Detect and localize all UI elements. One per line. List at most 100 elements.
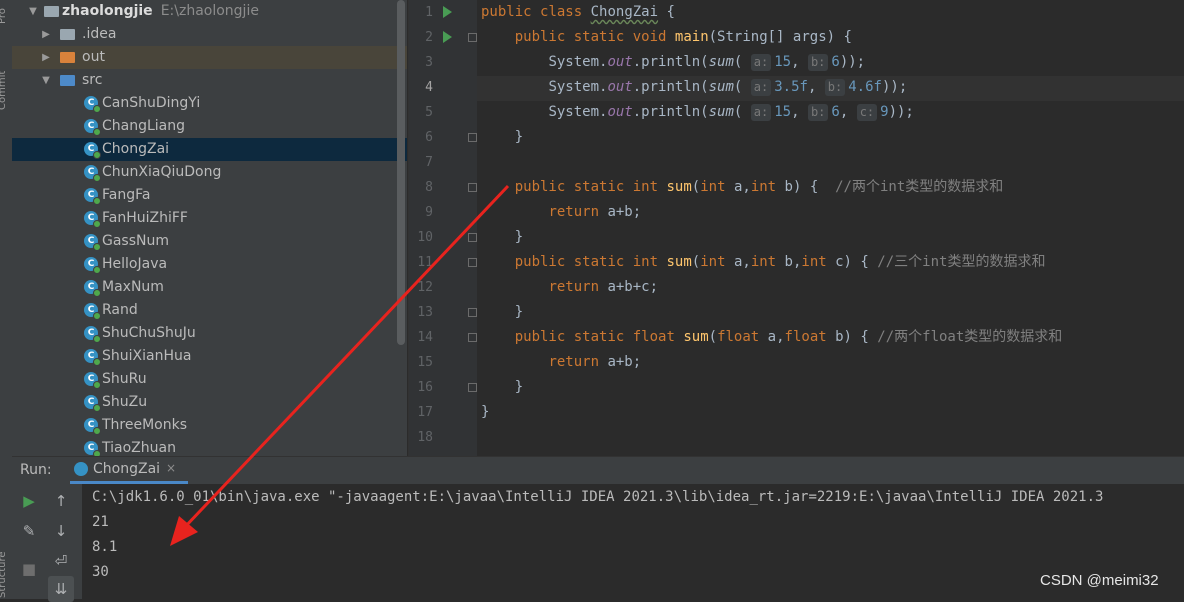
line-number: 17 [417, 405, 433, 420]
tree-folder-idea[interactable]: ▶ .idea [12, 23, 407, 46]
code-line-9: return a+b; [548, 204, 642, 220]
code-line-17: } [481, 404, 490, 420]
run-tab-label: ChongZai [93, 461, 161, 477]
class-label: TiaoZhuan [102, 440, 176, 456]
console-line: 21 [92, 514, 109, 530]
param-hint: b: [807, 104, 829, 121]
tree-class-item[interactable]: C MaxNum [12, 276, 407, 299]
class-label: FanHuiZhiFF [102, 210, 188, 226]
run-gutter-icon[interactable] [443, 6, 452, 18]
root-path: E:\zhaolongjie [160, 3, 259, 19]
console-line: 30 [92, 564, 109, 580]
commit-tool-tab[interactable]: Commit [0, 71, 8, 110]
wrench-icon[interactable]: ✎ [16, 518, 42, 544]
tree-class-item[interactable]: C CanShuDingYi [12, 92, 407, 115]
tree-class-item[interactable]: C TiaoZhuan [12, 437, 407, 456]
soft-wrap-icon[interactable]: ⏎ [48, 548, 74, 574]
tree-scrollbar[interactable] [397, 0, 405, 345]
code-line-3: System.out.println(sum( a: 15, b: 6)); [548, 54, 866, 71]
code-line-15: return a+b; [548, 354, 642, 370]
tree-class-item[interactable]: C ChangLiang [12, 115, 407, 138]
project-tool-tab[interactable]: Pro [0, 8, 8, 24]
tree-folder-src[interactable]: ▼ src [12, 69, 407, 92]
run-label: Run: [20, 462, 52, 478]
class-icon: C [84, 142, 101, 159]
tree-class-item[interactable]: C ChongZai [12, 138, 407, 161]
run-panel-header: Run: ChongZai × [12, 456, 1184, 485]
code-line-2: public static void main(String[] args) { [514, 29, 852, 45]
class-label: FangFa [102, 187, 151, 203]
tree-class-item[interactable]: C GassNum [12, 230, 407, 253]
arrow-down-icon[interactable]: ↓ [48, 518, 74, 544]
line-number: 9 [425, 205, 433, 220]
tree-class-item[interactable]: C Rand [12, 299, 407, 322]
tree-class-item[interactable]: C FanHuiZhiFF [12, 207, 407, 230]
line-number: 8 [425, 180, 433, 195]
tree-class-item[interactable]: C ChunXiaQiuDong [12, 161, 407, 184]
folder-label: src [82, 72, 103, 88]
tree-class-item[interactable]: C ShuiXianHua [12, 345, 407, 368]
arrow-up-icon[interactable]: ↑ [48, 488, 74, 514]
tree-root[interactable]: ▼ zhaolongjie E:\zhaolongjie [12, 0, 407, 23]
class-label: ThreeMonks [102, 417, 188, 433]
console-command: C:\jdk1.6.0_01\bin\java.exe "-javaagent:… [92, 489, 1104, 505]
rerun-icon[interactable]: ▶ [16, 488, 42, 514]
tree-folder-out[interactable]: ▶ out [12, 46, 407, 69]
param-hint: a: [750, 54, 772, 71]
folder-icon [60, 52, 75, 63]
class-icon: C [84, 372, 101, 389]
class-icon: C [84, 418, 101, 435]
fold-marker-icon[interactable] [468, 233, 477, 242]
tree-class-item[interactable]: C ShuZu [12, 391, 407, 414]
stop-icon[interactable]: ■ [16, 556, 42, 582]
console-output[interactable]: C:\jdk1.6.0_01\bin\java.exe "-javaagent:… [82, 484, 1184, 599]
watermark: CSDN @meimi32 [1040, 572, 1159, 589]
tree-class-item[interactable]: C ThreeMonks [12, 414, 407, 437]
fold-marker-icon[interactable] [468, 133, 477, 142]
fold-marker-icon[interactable] [468, 308, 477, 317]
tree-class-item[interactable]: C HelloJava [12, 253, 407, 276]
line-number: 5 [425, 105, 433, 120]
class-label: CanShuDingYi [102, 95, 201, 111]
chevron-down-icon[interactable]: ▼ [28, 0, 38, 23]
class-label: GassNum [102, 233, 169, 249]
run-tab[interactable]: ChongZai × [70, 457, 188, 484]
class-icon: C [84, 395, 101, 412]
code-line-14: public static float sum(float a,float b)… [514, 329, 1063, 345]
fold-marker-icon[interactable] [468, 333, 477, 342]
class-label: MaxNum [102, 279, 164, 295]
fold-marker-icon[interactable] [468, 183, 477, 192]
folder-label: out [82, 49, 105, 65]
code-line-16: } [514, 379, 524, 395]
chevron-down-icon[interactable]: ▼ [41, 69, 51, 92]
chevron-right-icon[interactable]: ▶ [41, 46, 51, 69]
code-line-1: public class ChongZai { [481, 4, 675, 20]
line-number: 15 [417, 355, 433, 370]
source-folder-icon [60, 75, 75, 86]
class-icon: C [84, 280, 101, 297]
scroll-to-end-icon[interactable]: ⇊ [48, 576, 74, 602]
param-hint: c: [856, 104, 878, 121]
root-name: zhaolongjie [62, 3, 153, 19]
code-editor[interactable]: public class ChongZai { public static vo… [477, 0, 1184, 456]
chevron-right-icon[interactable]: ▶ [41, 23, 51, 46]
class-icon: C [84, 165, 101, 182]
tree-class-item[interactable]: C ShuChuShuJu [12, 322, 407, 345]
class-icon: C [84, 303, 101, 320]
fold-marker-icon[interactable] [468, 258, 477, 267]
class-icon: C [84, 96, 101, 113]
class-label: ChunXiaQiuDong [102, 164, 222, 180]
fold-marker-icon[interactable] [468, 33, 477, 42]
line-number: 2 [425, 30, 433, 45]
tree-class-item[interactable]: C ShuRu [12, 368, 407, 391]
class-icon: C [84, 234, 101, 251]
class-icon: C [84, 441, 101, 456]
structure-tool-tab[interactable]: Structure [0, 551, 8, 598]
close-icon[interactable]: × [166, 461, 176, 475]
fold-marker-icon[interactable] [468, 383, 477, 392]
line-number: 18 [417, 430, 433, 445]
run-gutter-icon[interactable] [443, 31, 452, 43]
class-label: ChongZai [102, 141, 170, 157]
tree-class-item[interactable]: C FangFa [12, 184, 407, 207]
run-toolbar: ▶ ↑ ✎ ↓ ■ ⏎ ⇊ [12, 484, 82, 602]
